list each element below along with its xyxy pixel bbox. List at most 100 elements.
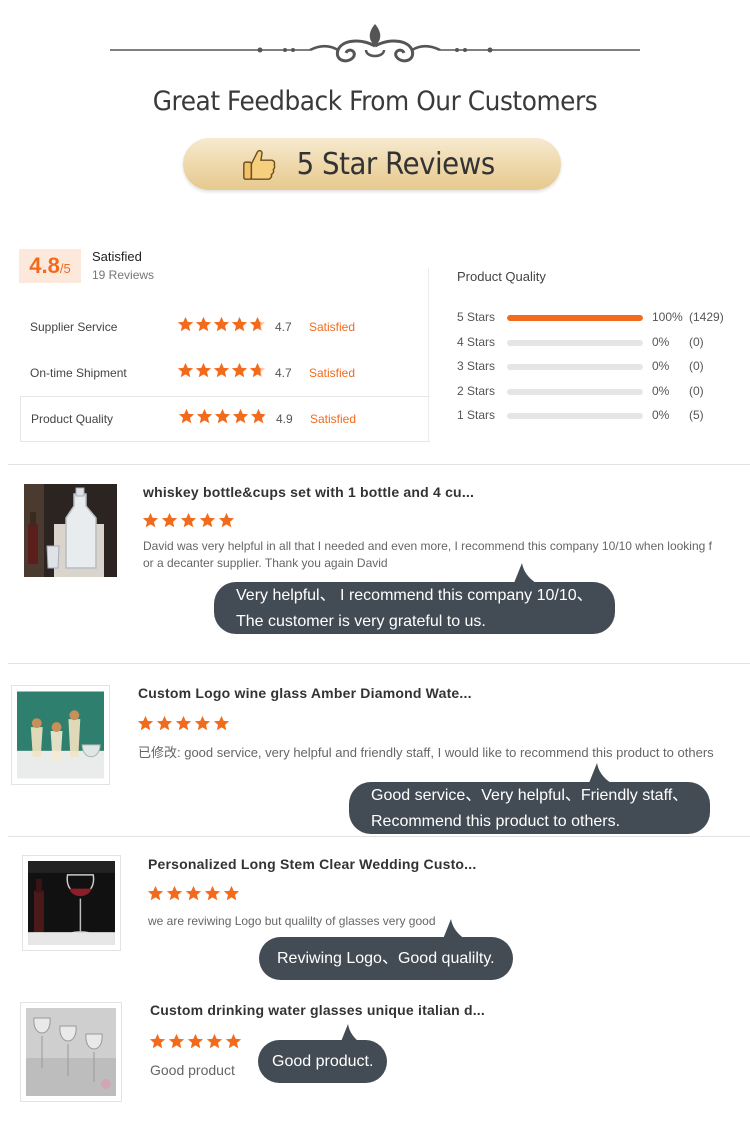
section-divider <box>8 836 750 837</box>
bar-count: (1429) <box>689 310 724 324</box>
star-icon <box>137 715 154 731</box>
star-icon <box>149 1033 166 1049</box>
rating-status: Satisfied <box>309 320 356 334</box>
star-icon <box>213 715 230 731</box>
bar-percent: 0% <box>652 359 670 373</box>
bar-track <box>507 340 643 346</box>
bar-label: 1 Stars <box>457 408 496 422</box>
star-icon <box>249 362 266 378</box>
reviews-count: 19 Reviews <box>92 268 155 282</box>
decanter-image <box>24 484 117 577</box>
bar-percent: 100% <box>652 310 683 324</box>
bar-percent: 0% <box>652 408 670 422</box>
star-icon <box>178 408 195 424</box>
quality-bar-row: 5 Stars 100% (1429) <box>457 310 737 326</box>
star-icon <box>177 316 194 332</box>
overall-status: Satisfied <box>92 249 142 264</box>
star-icon <box>156 715 173 731</box>
rating-label: Product Quality <box>31 412 114 426</box>
rating-row-on-time-shipment: On-time Shipment 4.7 Satisfied <box>20 351 430 397</box>
star-icon <box>214 408 231 424</box>
star-icon <box>180 512 197 528</box>
rating-score: 4.9 <box>276 412 293 426</box>
bubble-line: Reviwing Logo、Good qualilty. <box>277 950 495 967</box>
review-text: 已修改: good service, very helpful and frie… <box>138 745 714 760</box>
summary-divider <box>428 268 429 441</box>
star-icon <box>166 885 183 901</box>
star-icon <box>147 885 164 901</box>
star-icon <box>161 512 178 528</box>
star-icon <box>218 512 235 528</box>
star-icon <box>231 362 248 378</box>
star-rating <box>177 316 266 333</box>
review-title[interactable]: whiskey bottle&cups set with 1 bottle an… <box>143 484 474 500</box>
water-glasses-image <box>26 1008 116 1096</box>
star-rating <box>177 362 266 379</box>
review-stars <box>149 1033 242 1050</box>
bar-label: 5 Stars <box>457 310 496 324</box>
star-icon <box>223 885 240 901</box>
bar-track <box>507 364 643 370</box>
star-icon <box>195 362 212 378</box>
bubble-tail-icon <box>443 919 465 939</box>
rating-status: Satisfied <box>310 412 357 426</box>
star-icon <box>175 715 192 731</box>
bar-count: (5) <box>689 408 704 422</box>
star-icon <box>177 362 194 378</box>
bubble-tail-icon <box>514 563 536 583</box>
quality-bar-row: 4 Stars 0% (0) <box>457 335 737 351</box>
bar-label: 4 Stars <box>457 335 496 349</box>
review-stars <box>142 512 235 529</box>
ornament-divider-icon <box>110 24 640 63</box>
star-icon <box>204 885 221 901</box>
star-rating <box>178 408 267 425</box>
bar-percent: 0% <box>652 384 670 398</box>
rating-label: On-time Shipment <box>30 366 127 380</box>
wedding-glass-image <box>28 861 115 945</box>
rating-score: 4.7 <box>275 366 292 380</box>
star-icon <box>185 885 202 901</box>
bar-track <box>507 389 643 395</box>
star-icon <box>225 1033 242 1049</box>
product-thumbnail[interactable] <box>20 1002 122 1102</box>
review-title[interactable]: Custom drinking water glasses unique ita… <box>150 1002 485 1018</box>
quality-bar-row: 2 Stars 0% (0) <box>457 384 737 400</box>
product-thumbnail[interactable] <box>22 855 121 951</box>
product-thumbnail[interactable] <box>11 685 110 785</box>
bubble-tail-icon <box>340 1024 362 1044</box>
quality-bar-row: 3 Stars 0% (0) <box>457 359 737 375</box>
star-icon <box>187 1033 204 1049</box>
star-icon <box>196 408 213 424</box>
bar-label: 2 Stars <box>457 384 496 398</box>
review-title[interactable]: Personalized Long Stem Clear Wedding Cus… <box>148 856 476 872</box>
product-thumbnail[interactable] <box>24 484 117 577</box>
rating-status: Satisfied <box>309 366 356 380</box>
star-icon <box>199 512 216 528</box>
star-icon <box>194 715 211 731</box>
bubble-line: Good service、Very helpful、Friendly staff… <box>371 787 689 804</box>
review-stars <box>137 715 230 732</box>
rating-score: 4.7 <box>275 320 292 334</box>
section-divider <box>8 464 750 465</box>
star-icon <box>168 1033 185 1049</box>
bar-count: (0) <box>689 335 704 349</box>
bar-label: 3 Stars <box>457 359 496 373</box>
bar-track <box>507 413 643 419</box>
star-icon <box>142 512 159 528</box>
bubble-line: Good product. <box>272 1053 374 1070</box>
product-quality-title: Product Quality <box>457 269 546 284</box>
rating-label: Supplier Service <box>30 320 118 334</box>
section-headline: Great Feedback From Our Customers <box>152 86 598 117</box>
star-icon <box>195 316 212 332</box>
bubble-line: The customer is very grateful to us. <box>236 613 486 630</box>
bar-percent: 0% <box>652 335 670 349</box>
review-title[interactable]: Custom Logo wine glass Amber Diamond Wat… <box>138 685 472 701</box>
badge-text: 5 Star Reviews <box>296 146 496 182</box>
star-icon <box>231 316 248 332</box>
bar-count: (0) <box>689 384 704 398</box>
star-icon <box>232 408 249 424</box>
rating-row-product-quality: Product Quality 4.9 Satisfied <box>20 396 430 442</box>
bubble-tail-icon <box>589 763 611 783</box>
review-text-line: or a decanter supplier. Thank you again … <box>143 556 388 570</box>
quality-bar-row: 1 Stars 0% (5) <box>457 408 737 424</box>
